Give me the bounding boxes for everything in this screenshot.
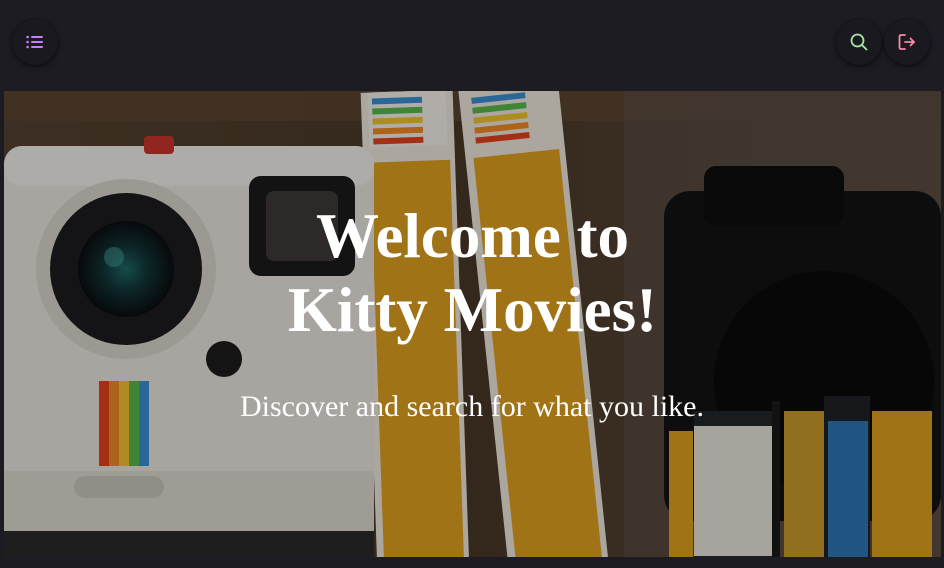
top-navbar (0, 0, 944, 90)
search-button[interactable] (836, 19, 882, 65)
hero-title-line-1: Welcome to (315, 201, 630, 271)
menu-button[interactable] (12, 19, 58, 65)
page-bottom-edge (0, 557, 944, 568)
list-icon (26, 35, 44, 49)
search-icon (850, 33, 868, 51)
hero-subtitle: Discover and search for what you like. (239, 390, 704, 423)
hero-title: Welcome to Kitty Movies! (4, 199, 941, 347)
hero-banner: Welcome to Kitty Movies! Discover and se… (4, 91, 941, 557)
logout-button[interactable] (884, 19, 930, 65)
logout-icon (898, 33, 916, 51)
hero-title-line-2: Kitty Movies! (287, 275, 658, 345)
